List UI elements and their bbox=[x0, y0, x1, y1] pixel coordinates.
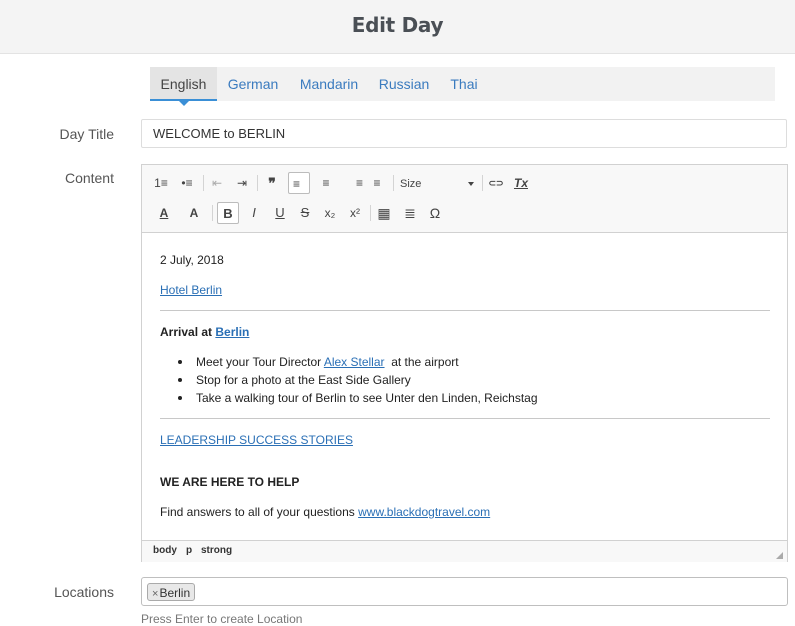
hotel-link[interactable]: Hotel Berlin bbox=[160, 283, 222, 297]
bullet-list-icon[interactable]: •≡ bbox=[176, 172, 198, 194]
locations-input[interactable]: ×Berlin bbox=[141, 577, 788, 606]
superscript-icon[interactable]: x² bbox=[344, 202, 366, 224]
outdent-icon[interactable]: ⇤ bbox=[206, 172, 228, 194]
content-label: Content bbox=[64, 170, 114, 186]
bullet-dot bbox=[178, 378, 182, 382]
indent-icon[interactable]: ⇥ bbox=[231, 172, 253, 194]
location-chip-label: Berlin bbox=[159, 586, 191, 600]
link-icon[interactable]: ⊂⊃ bbox=[485, 172, 507, 194]
tour-director-link[interactable]: Alex Stellar bbox=[324, 355, 385, 369]
editor-toolbar: 1≡ •≡ ⇤ ⇥ ❞ ≡ ≡ ≡ ≡ Size ⊂⊃ Tx A A B I U… bbox=[142, 165, 787, 233]
tab-german[interactable]: German bbox=[221, 67, 285, 101]
locations-label: Locations bbox=[54, 584, 114, 600]
editor-content[interactable]: 2 July, 2018 Hotel Berlin Arrival at Ber… bbox=[142, 233, 787, 539]
horizontal-rule bbox=[160, 310, 770, 311]
berlin-link[interactable]: Berlin bbox=[215, 325, 249, 339]
font-size-label: Size bbox=[400, 178, 422, 190]
toolbar-separator bbox=[370, 205, 371, 221]
justify-icon[interactable]: ≡ bbox=[366, 172, 388, 194]
chevron-down-icon bbox=[468, 182, 474, 186]
list-item: Take a walking tour of Berlin to see Unt… bbox=[196, 391, 538, 405]
website-link[interactable]: www.blackdogtravel.com bbox=[358, 505, 490, 519]
path-body[interactable]: body bbox=[153, 545, 177, 556]
italic-icon[interactable]: I bbox=[243, 202, 265, 224]
page-header: Edit Day bbox=[0, 0, 795, 54]
horizontal-rule bbox=[160, 418, 770, 419]
underline-icon[interactable]: U bbox=[269, 202, 291, 224]
toolbar-separator bbox=[257, 175, 258, 191]
item1-suffix: at the airport bbox=[391, 355, 459, 369]
language-tabs: English German Mandarin Russian Thai bbox=[150, 67, 775, 106]
day-title-label: Day Title bbox=[59, 126, 114, 142]
align-center-icon[interactable]: ≡ bbox=[315, 172, 337, 194]
table-icon[interactable]: ▦ bbox=[373, 202, 395, 224]
tab-english[interactable]: English bbox=[150, 67, 217, 106]
tab-mandarin[interactable]: Mandarin bbox=[295, 67, 363, 101]
strikethrough-icon[interactable]: S bbox=[294, 202, 316, 224]
help-heading: WE ARE HERE TO HELP bbox=[160, 475, 300, 489]
remove-chip-icon[interactable]: × bbox=[152, 588, 158, 600]
page-title: Edit Day bbox=[351, 13, 444, 37]
locations-hint: Press Enter to create Location bbox=[141, 612, 303, 626]
resize-handle-icon[interactable] bbox=[776, 552, 783, 559]
tab-russian[interactable]: Russian bbox=[376, 67, 432, 101]
rich-text-editor: 1≡ •≡ ⇤ ⇥ ❞ ≡ ≡ ≡ ≡ Size ⊂⊃ Tx A A B I U… bbox=[141, 164, 788, 562]
date-text: 2 July, 2018 bbox=[160, 253, 224, 267]
special-character-icon[interactable]: Ω bbox=[424, 202, 446, 224]
toolbar-separator bbox=[212, 205, 213, 221]
path-strong[interactable]: strong bbox=[201, 545, 232, 556]
align-left-icon[interactable]: ≡ bbox=[288, 172, 310, 194]
numbered-list-icon[interactable]: 1≡ bbox=[150, 172, 172, 194]
path-p[interactable]: p bbox=[186, 545, 192, 556]
tab-thai[interactable]: Thai bbox=[446, 67, 482, 101]
item1-prefix: Meet your Tour Director bbox=[196, 355, 322, 369]
bold-icon[interactable]: B bbox=[217, 202, 239, 224]
text-color-icon[interactable]: A bbox=[153, 202, 175, 224]
leadership-link[interactable]: LEADERSHIP SUCCESS STORIES bbox=[160, 433, 353, 447]
location-chip: ×Berlin bbox=[147, 583, 196, 601]
list-item: Meet your Tour Director Alex Stellar at … bbox=[196, 355, 459, 369]
subscript-icon[interactable]: x₂ bbox=[319, 202, 341, 224]
font-size-select[interactable]: Size bbox=[400, 175, 476, 193]
align-right-icon[interactable]: ≡ bbox=[341, 172, 363, 194]
background-color-icon[interactable]: A bbox=[183, 202, 205, 224]
day-title-input[interactable] bbox=[141, 119, 787, 148]
find-answers-text: Find answers to all of your questions bbox=[160, 505, 355, 519]
editor-statusbar: body p strong bbox=[142, 540, 787, 562]
remove-format-icon[interactable]: Tx bbox=[510, 172, 532, 194]
horizontal-rule-icon[interactable]: ≣ bbox=[399, 202, 421, 224]
bullet-dot bbox=[178, 360, 182, 364]
toolbar-separator bbox=[482, 175, 483, 191]
list-item: Stop for a photo at the East Side Galler… bbox=[196, 373, 411, 387]
toolbar-separator bbox=[203, 175, 204, 191]
bullet-dot bbox=[178, 396, 182, 400]
toolbar-separator bbox=[393, 175, 394, 191]
blockquote-icon[interactable]: ❞ bbox=[261, 172, 283, 194]
arrival-prefix: Arrival at bbox=[160, 325, 213, 339]
